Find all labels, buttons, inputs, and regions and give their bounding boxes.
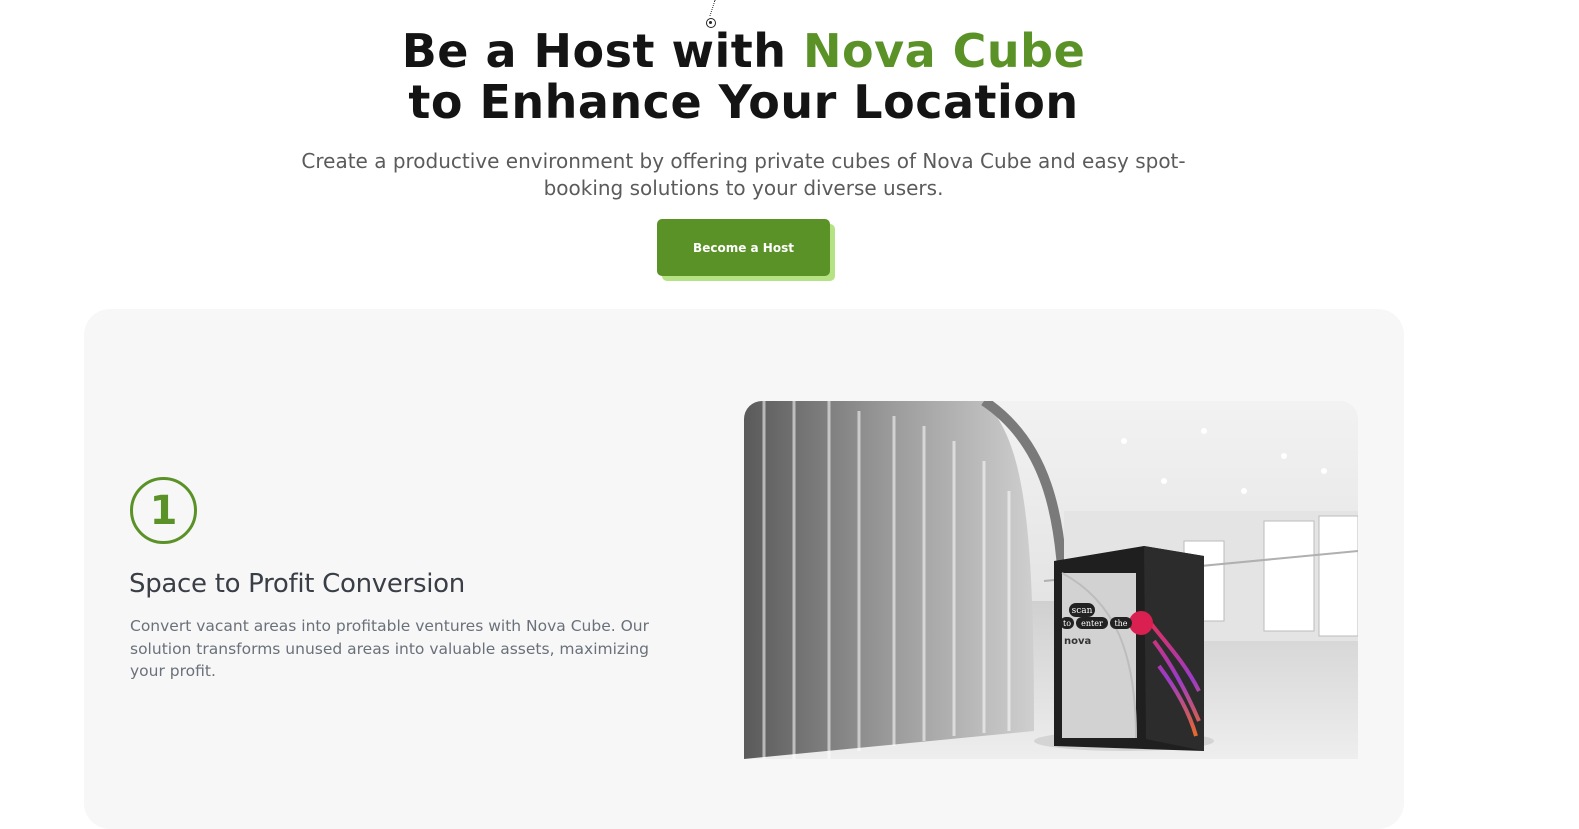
step-number-badge: 1 [130,477,197,544]
booth-text-enter: enter [1081,619,1103,628]
hero-subtitle: Create a productive environment by offer… [301,149,1186,200]
page-title: Be a Host with Nova Cube to Enhance Your … [0,26,1487,128]
headline-line2: to Enhance Your Location [408,75,1079,129]
feature-description: Convert vacant areas into profitable ven… [130,617,650,680]
headline-part1: Be a Host with [401,24,804,78]
headline-accent: Nova Cube [803,24,1086,78]
booth-text-to: to [1063,619,1071,628]
booth-brand: nova [1064,636,1091,647]
feature-title: Space to Profit Conversion [129,569,465,599]
booth-text-the: the [1114,619,1127,628]
become-host-button[interactable]: Become a Host [657,219,830,276]
mall-booth-photo: scan to enter the nova [744,401,1358,759]
booth-text-scan: scan [1072,606,1093,616]
cursor-trail [709,0,722,16]
